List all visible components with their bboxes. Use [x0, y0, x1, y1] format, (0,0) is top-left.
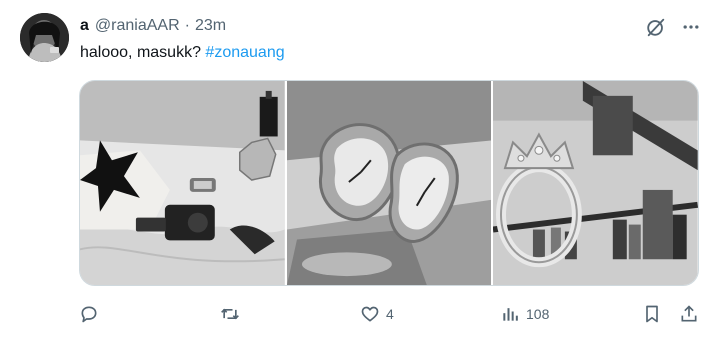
tweet-text: halooo, masukk? #zonauang	[80, 43, 285, 63]
tweet[interactable]: a @raniaAAR · 23m halooo, masukk? #zonau…	[0, 0, 717, 337]
reply-icon	[81, 306, 97, 323]
photo-3[interactable]	[493, 81, 698, 285]
media-grid	[79, 80, 699, 286]
share-button[interactable]	[679, 299, 699, 329]
author-name[interactable]: a	[80, 17, 89, 35]
heart-icon	[361, 306, 379, 322]
avatar-image	[20, 13, 69, 62]
tweet-timestamp[interactable]: 23m	[195, 17, 226, 35]
grok-button[interactable]	[643, 14, 669, 40]
hashtag-link[interactable]: #zonauang	[205, 44, 284, 61]
grok-icon	[647, 18, 665, 37]
photo-2[interactable]	[286, 81, 492, 285]
like-button[interactable]: 4	[360, 299, 394, 329]
more-options-button[interactable]	[678, 14, 704, 40]
tweet-actions: 4 108	[79, 299, 709, 329]
photo-ring	[493, 81, 698, 285]
views-icon	[503, 308, 518, 321]
photo-1[interactable]	[80, 81, 285, 285]
bookmark-button[interactable]	[642, 299, 662, 329]
bookmark-icon	[646, 305, 658, 323]
share-icon	[681, 305, 697, 322]
author-handle[interactable]: @raniaAAR	[95, 17, 180, 35]
separator-dot: ·	[184, 17, 190, 34]
tweet-header: a @raniaAAR · 23m	[80, 15, 226, 37]
retweet-icon	[221, 308, 239, 320]
photo-bedroom	[80, 81, 285, 285]
like-count: 4	[386, 306, 394, 322]
more-icon	[683, 25, 699, 29]
reply-button[interactable]	[79, 299, 105, 329]
views-count: 108	[526, 306, 550, 322]
photo-clocks	[286, 81, 492, 285]
tweet-body: halooo, masukk?	[80, 44, 201, 61]
avatar[interactable]	[20, 13, 69, 62]
retweet-button[interactable]	[220, 299, 246, 329]
views-button[interactable]: 108	[500, 299, 549, 329]
